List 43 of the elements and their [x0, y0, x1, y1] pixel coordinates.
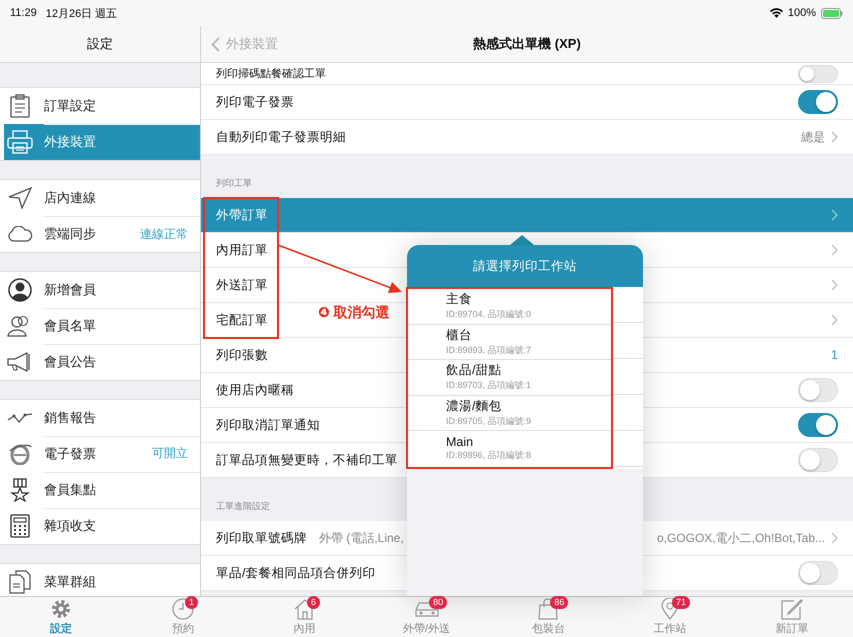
row-label: 使用店內暱稱 [216, 382, 294, 398]
row-label: 單品/套餐相同品項合併列印 [216, 564, 376, 582]
row-label: 宅配訂單 [216, 312, 268, 328]
row-label: 列印取單號碼牌 [216, 530, 307, 546]
row-label: 列印掃碼點餐確認工單 [216, 67, 326, 81]
page-title: 熱感式出單機 (XP) [472, 35, 582, 53]
battery-percent: 100% [788, 7, 816, 19]
sidebar-title: 設定 [87, 35, 113, 53]
row-label: 列印電子發票 [216, 94, 294, 110]
row-value: 外帶 (電話,Line, [319, 530, 404, 546]
status-value: 連線正常 [140, 226, 188, 242]
station-detail: ID:89896, 品項編號:8 [446, 449, 532, 462]
station-detail: ID:89705, 品項編號:9 [446, 414, 532, 428]
station-name: 飲品/甜點 [446, 362, 502, 380]
count-badge: 6 [306, 596, 320, 609]
count-badge: 80 [429, 596, 448, 609]
count-badge: 1 [184, 596, 198, 609]
station-detail: ID:89703, 品項編號:1 [446, 379, 532, 392]
annotation-text: ❹ 取消勾選 [318, 304, 390, 322]
section-header: 列印工單 [216, 177, 252, 190]
station-name: Main [446, 435, 474, 450]
row-value: 總是 [801, 128, 825, 146]
status-date: 12月26日 週五 [46, 6, 118, 20]
row-value: 1 [831, 348, 838, 362]
row-label: 訂單品項無變更時，不補印工單 [216, 452, 398, 468]
row-label: 外帶訂單 [216, 206, 268, 224]
station-name: 主食 [446, 291, 473, 308]
station-detail: ID:89893, 品項編號:7 [446, 344, 532, 357]
section-header: 工單進階設定 [216, 500, 270, 513]
station-name: 櫃台 [446, 326, 473, 344]
row-label: 列印取消訂單通知 [216, 416, 320, 434]
count-badge: 71 [672, 596, 690, 609]
station-name: 濃湯/麵包 [446, 398, 502, 415]
count-badge: 86 [550, 596, 568, 609]
row-value: o,GOGOX,電小二,Oh!Bot,Tab... [656, 530, 825, 546]
status-value: 可開立 [152, 445, 188, 462]
popover-title: 請選擇列印工作站 [473, 258, 577, 274]
row-label: 列印張數 [216, 346, 268, 364]
station-detail: ID:89704, 品項編號:0 [446, 308, 532, 322]
row-label: 外送訂單 [216, 276, 268, 294]
status-time: 11:29 [10, 7, 37, 19]
row-label: 自動列印電子發票明細 [216, 128, 346, 146]
row-label: 內用訂單 [216, 242, 268, 258]
